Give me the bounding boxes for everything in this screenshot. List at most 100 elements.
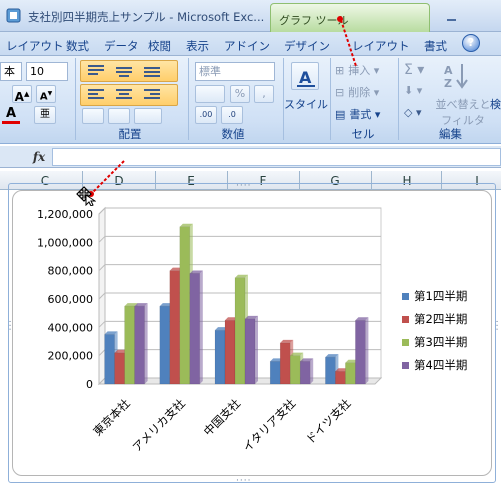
align-bottom-icon[interactable] xyxy=(140,63,164,79)
legend-entry-q1: 第1四半期 xyxy=(402,288,492,304)
decrease-decimal-icon[interactable]: .0 xyxy=(221,106,243,124)
styles-button-label[interactable]: スタイル xyxy=(284,96,328,112)
bar-side xyxy=(365,317,369,384)
bar xyxy=(104,334,115,385)
svg-text:Z: Z xyxy=(444,77,452,90)
legend-entry-q3: 第3四半期 xyxy=(402,334,492,350)
tab-chart-design[interactable]: デザイン xyxy=(284,38,330,54)
increase-decimal-icon[interactable]: .00 xyxy=(195,106,217,124)
bar xyxy=(234,277,246,385)
font-size-combo[interactable]: 10 xyxy=(26,62,68,81)
group-label-editing: 編集 xyxy=(439,127,462,141)
align-middle-icon[interactable] xyxy=(112,63,136,79)
autosum-icon[interactable]: Σ ▾ xyxy=(404,62,428,80)
group-label-alignment: 配置 xyxy=(118,127,142,141)
bar-side xyxy=(255,315,258,384)
bar xyxy=(355,320,366,385)
svg-text:A: A xyxy=(444,64,453,77)
tab-formulas[interactable]: 数式 xyxy=(66,38,89,54)
tab-chart-format[interactable]: 書式 xyxy=(424,38,447,54)
legend-label-q2: 第2四半期 xyxy=(414,312,468,326)
font-name-combo[interactable]: 本 xyxy=(0,62,22,81)
orientation-icon[interactable] xyxy=(134,108,162,124)
bar-side xyxy=(144,303,148,384)
accounting-format-icon[interactable] xyxy=(195,85,225,103)
excel-app-icon[interactable] xyxy=(6,8,21,23)
x-category-label: アメリカ支社 xyxy=(130,396,189,455)
y-tick-label: 800,000 xyxy=(48,265,94,278)
tab-page-layout[interactable]: レイアウト xyxy=(6,38,64,54)
legend-label-q1: 第1四半期 xyxy=(414,289,468,303)
bar-side xyxy=(310,358,314,384)
sort-filter-icon[interactable]: AZ xyxy=(440,60,478,92)
align-center-icon[interactable] xyxy=(112,87,136,103)
bar xyxy=(299,361,311,385)
align-right-icon[interactable] xyxy=(140,87,164,103)
bar xyxy=(279,342,291,385)
insert-cells-button[interactable]: ⊞ 挿入 ▾ xyxy=(335,62,393,80)
bar xyxy=(345,362,356,385)
font-color-button[interactable]: A xyxy=(2,106,20,124)
minimize-button[interactable] xyxy=(444,8,460,24)
y-tick-label: 600,000 xyxy=(48,293,94,306)
number-format-combo[interactable]: 標準 xyxy=(195,62,275,81)
insert-function-button[interactable]: fx xyxy=(28,148,50,166)
legend-entry-q2: 第2四半期 xyxy=(402,311,492,327)
bar xyxy=(224,320,236,385)
comma-style-icon[interactable]: , xyxy=(254,85,274,103)
x-category-label: 東京本社 xyxy=(90,396,133,439)
format-cells-label: 書式 xyxy=(349,108,372,121)
phonetic-button[interactable]: 亜 xyxy=(34,106,56,124)
help-button[interactable]: ? xyxy=(462,34,480,52)
y-tick-label: 0 xyxy=(86,378,93,391)
tab-data[interactable]: データ xyxy=(104,38,139,54)
legend-swatch-q1 xyxy=(402,293,409,300)
chart-tools-context-tab: グラフ ツール xyxy=(270,3,430,32)
clear-icon[interactable]: ◇ ▾ xyxy=(404,106,428,124)
svg-text:A: A xyxy=(299,68,312,87)
legend-label-q3: 第3四半期 xyxy=(414,335,468,349)
sort-filter-label-line1: 並べ替えと xyxy=(435,98,491,111)
decrease-indent-icon[interactable] xyxy=(82,108,104,124)
bar xyxy=(214,329,226,385)
align-left-icon[interactable] xyxy=(84,87,108,103)
legend-swatch-q4 xyxy=(402,362,409,369)
y-tick-label: 200,000 xyxy=(48,350,94,363)
styles-icon[interactable]: A xyxy=(291,62,319,90)
legend-label-q4: 第4四半期 xyxy=(414,358,468,372)
x-category-label: ドイツ支社 xyxy=(303,396,354,447)
y-tick-label: 400,000 xyxy=(48,321,94,334)
tab-chart-layout[interactable]: レイアウト xyxy=(352,38,410,54)
group-label-number: 数値 xyxy=(221,127,245,141)
chart-resize-handle-bottom[interactable]: ···· xyxy=(236,476,251,486)
y-tick-label: 1,000,000 xyxy=(37,236,93,249)
find-select-button[interactable]: 検 xyxy=(490,96,501,112)
bar xyxy=(179,226,191,385)
bar xyxy=(169,270,181,385)
formula-input[interactable] xyxy=(52,148,501,166)
fill-icon[interactable]: ⬇ ▾ xyxy=(404,84,428,102)
group-label-cells: セル xyxy=(351,127,375,141)
percent-icon[interactable]: % xyxy=(230,85,250,103)
legend-swatch-q3 xyxy=(402,339,409,346)
bar xyxy=(124,305,135,385)
grow-font-button[interactable]: A▲ xyxy=(12,85,32,104)
shrink-font-button[interactable]: A▼ xyxy=(36,85,56,103)
legend-swatch-q2 xyxy=(402,316,409,323)
sort-filter-label[interactable]: 並べ替えと フィルタ xyxy=(434,96,492,128)
align-top-icon[interactable] xyxy=(84,63,108,79)
tab-addins[interactable]: アドイン xyxy=(224,38,270,54)
chart-legend[interactable]: 第1四半期 第2四半期 第3四半期 第4四半期 xyxy=(402,288,492,373)
bar xyxy=(159,305,171,385)
x-category-label: 中国支社 xyxy=(201,396,244,439)
y-tick-label: 1,200,000 xyxy=(37,208,93,221)
tab-view[interactable]: 表示 xyxy=(186,38,209,54)
format-cells-button[interactable]: ▤ 書式 ▾ xyxy=(335,106,393,124)
tab-review[interactable]: 校閲 xyxy=(148,38,171,54)
delete-cells-button[interactable]: ⊟ 削除 ▾ xyxy=(335,84,393,102)
bar xyxy=(189,273,201,385)
bar xyxy=(289,355,301,385)
annotation-dot xyxy=(337,16,343,22)
increase-indent-icon[interactable] xyxy=(108,108,130,124)
window-title: 支社別四半期売上サンプル - Microsoft Exc... xyxy=(28,10,265,24)
